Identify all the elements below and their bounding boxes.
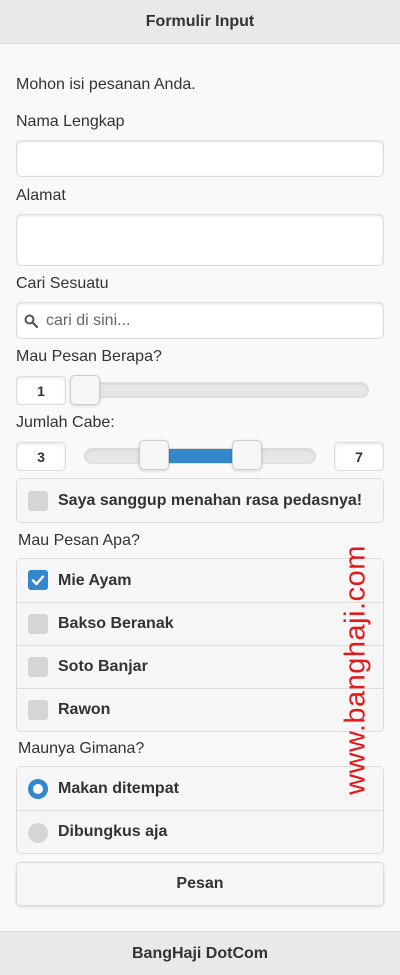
check-icon bbox=[31, 575, 45, 586]
service-radio-makan-ditempat[interactable] bbox=[28, 779, 48, 799]
menu-item-soto-banjar[interactable]: Soto Banjar bbox=[17, 645, 383, 688]
address-textarea[interactable] bbox=[16, 214, 384, 266]
menu-item-label: Bakso Beranak bbox=[58, 615, 174, 632]
service-option-makan-ditempat[interactable]: Makan ditempat bbox=[17, 767, 383, 810]
spicy-checkbox[interactable] bbox=[28, 491, 48, 511]
chili-slider-handle-low[interactable] bbox=[139, 440, 169, 470]
menu-item-label: Rawon bbox=[58, 701, 111, 718]
menu-item-bakso-beranak[interactable]: Bakso Beranak bbox=[17, 602, 383, 645]
spicy-toggle[interactable]: Saya sanggup menahan rasa pedasnya! bbox=[16, 478, 384, 523]
chili-label: Jumlah Cabe: bbox=[16, 414, 115, 431]
search-field[interactable] bbox=[16, 302, 384, 339]
search-input[interactable] bbox=[46, 311, 366, 330]
address-label: Alamat bbox=[16, 187, 66, 204]
spicy-toggle-label: Saya sanggup menahan rasa pedasnya! bbox=[58, 491, 363, 509]
service-radio-group: Makan ditempat Dibungkus aja bbox=[16, 766, 384, 854]
form-intro: Mohon isi pesanan Anda. bbox=[16, 76, 196, 93]
quantity-label: Mau Pesan Berapa? bbox=[16, 348, 162, 365]
search-icon bbox=[24, 314, 38, 328]
name-label: Nama Lengkap bbox=[16, 113, 125, 130]
service-option-dibungkus-aja[interactable]: Dibungkus aja bbox=[17, 810, 383, 853]
quantity-value-box[interactable]: 1 bbox=[16, 376, 66, 405]
menu-item-rawon[interactable]: Rawon bbox=[17, 688, 383, 731]
submit-button[interactable]: Pesan bbox=[16, 862, 384, 906]
chili-slider-handle-high[interactable] bbox=[232, 440, 262, 470]
service-option-label: Makan ditempat bbox=[58, 779, 179, 797]
chili-slider-track[interactable] bbox=[84, 448, 316, 464]
menu-item-label: Soto Banjar bbox=[58, 658, 148, 675]
search-label: Cari Sesuatu bbox=[16, 275, 109, 292]
service-radio-dibungkus-aja[interactable] bbox=[28, 823, 48, 843]
quantity-slider-handle[interactable] bbox=[70, 375, 100, 405]
service-label: Maunya Gimana? bbox=[18, 740, 145, 757]
name-input[interactable] bbox=[16, 140, 384, 177]
chili-high-box[interactable]: 7 bbox=[334, 442, 384, 471]
menu-item-mie-ayam[interactable]: Mie Ayam bbox=[17, 559, 383, 602]
quantity-slider-track[interactable] bbox=[84, 382, 369, 398]
service-option-label: Dibungkus aja bbox=[58, 823, 168, 840]
chili-low-box[interactable]: 3 bbox=[16, 442, 66, 471]
menu-checkbox-rawon[interactable] bbox=[28, 700, 48, 720]
spicy-toggle-option[interactable]: Saya sanggup menahan rasa pedasnya! bbox=[17, 479, 383, 522]
menu-checkbox-mie-ayam[interactable] bbox=[28, 570, 48, 590]
menu-label: Mau Pesan Apa? bbox=[18, 532, 140, 549]
menu-checkbox-soto-banjar[interactable] bbox=[28, 657, 48, 677]
watermark: www.banghaji.com bbox=[339, 545, 372, 795]
header-title: Formulir Input bbox=[0, 0, 400, 44]
menu-item-label: Mie Ayam bbox=[58, 571, 132, 589]
menu-checkbox-group: Mie Ayam Bakso Beranak Soto Banjar Rawon bbox=[16, 558, 384, 732]
menu-checkbox-bakso-beranak[interactable] bbox=[28, 614, 48, 634]
footer-title: BangHaji DotCom bbox=[0, 931, 400, 975]
